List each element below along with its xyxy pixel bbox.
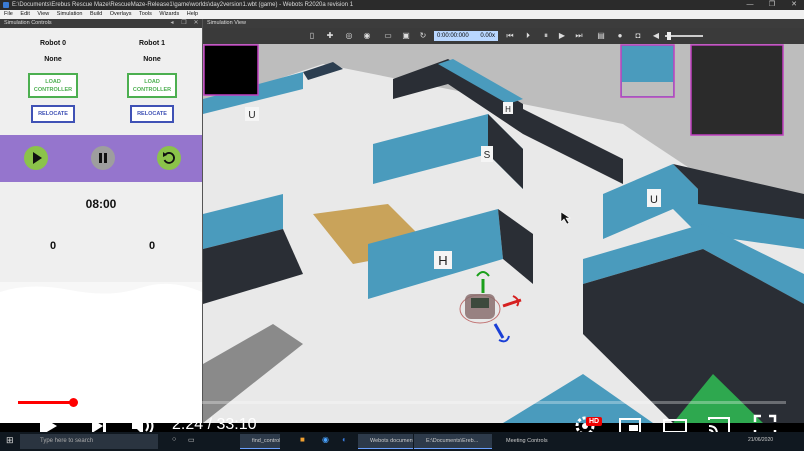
window-title-bar: E:\Documents\Erebus Rescue Maze\RescueMa… <box>0 0 804 10</box>
robot-1-camera-right-overlay[interactable] <box>690 44 784 136</box>
robot-1-title: Robot 1 <box>138 40 166 47</box>
load-label: LOAD <box>144 79 160 85</box>
explorer-icon[interactable]: ■ <box>300 435 305 444</box>
simulation-time-display: 0:00:00:000 0.00x <box>434 31 498 41</box>
world-icon[interactable]: ◎ <box>344 31 354 41</box>
fast-icon[interactable]: ⏭ <box>574 31 584 41</box>
step-icon[interactable]: ⏵ <box>523 31 533 41</box>
windows-start-icon[interactable]: ⊞ <box>6 435 14 446</box>
task-view-icon[interactable]: ○ <box>172 436 176 443</box>
robot-1-load-controller-button[interactable]: LOAD CONTROLLER <box>127 73 177 98</box>
match-timer: 08:00 <box>85 197 117 211</box>
robot-1-name: None <box>143 56 161 63</box>
windows-taskbar: ⊞ Type here to search ○ ▭ find_controlle… <box>0 432 804 451</box>
sim-time: 0:00:00:000 <box>437 33 469 39</box>
pause-icon[interactable]: ⏸ <box>541 31 551 41</box>
pause-icon <box>99 153 107 163</box>
screenshot-icon[interactable]: ◘ <box>633 31 643 41</box>
toggle-console-icon[interactable]: ▤ <box>596 31 606 41</box>
panel-back-icon[interactable]: ◂ <box>168 19 176 28</box>
volume-slider-handle[interactable] <box>667 32 671 40</box>
view-eye-icon[interactable]: ◉ <box>362 31 372 41</box>
taskbar-item-webots[interactable]: E:\Documents\Ereb... <box>414 434 492 449</box>
open-world-icon[interactable]: ▭ <box>383 31 393 41</box>
robot-0-relocate-button[interactable]: RELOCATE <box>31 105 75 123</box>
playback-controls-bar <box>0 135 202 182</box>
wall-letter-text: U <box>248 110 255 121</box>
volume-icon[interactable]: ◀ <box>651 31 661 41</box>
reset-button[interactable] <box>157 146 181 170</box>
taskbar-clock[interactable]: 21/06/2020 <box>748 437 773 443</box>
close-button[interactable]: ✕ <box>786 0 802 10</box>
robot-0-load-controller-button[interactable]: LOAD CONTROLLER <box>28 73 78 98</box>
taskbar-item-webots-docs[interactable]: Webots document... <box>358 434 413 449</box>
menu-edit[interactable]: Edit <box>20 11 29 17</box>
video-scrubber-handle[interactable] <box>69 398 78 407</box>
task-switch-icon[interactable]: ▭ <box>188 436 195 444</box>
taskbar-search-box[interactable]: Type here to search <box>20 434 158 449</box>
wall-letter-text: S <box>484 150 491 161</box>
pause-button[interactable] <box>91 146 115 170</box>
window-title: E:\Documents\Erebus Rescue Maze\RescueMa… <box>12 2 354 8</box>
run-icon[interactable]: ▶ <box>557 31 567 41</box>
reset-icon <box>163 152 175 164</box>
menu-overlays[interactable]: Overlays <box>110 11 132 17</box>
robot-1-relocate-button[interactable]: RELOCATE <box>130 105 174 123</box>
view-header: Simulation View <box>203 19 804 28</box>
menu-help[interactable]: Help <box>187 11 198 17</box>
menu-file[interactable]: File <box>4 11 13 17</box>
simulation-controls-panel: Simulation Controls ◂ ❐ ✕ Robot 0 Robot … <box>0 19 202 423</box>
robot-1-score: 0 <box>148 240 156 252</box>
record-icon[interactable]: ● <box>615 31 625 41</box>
webots-app-icon <box>3 2 9 8</box>
edge-icon[interactable]: ◐ <box>342 435 347 444</box>
menu-build[interactable]: Build <box>90 11 102 17</box>
load-label: LOAD <box>45 79 61 85</box>
taskbar-item-python[interactable]: find_controller.py -... <box>240 434 280 449</box>
menu-bar: File Edit View Simulation Build Overlays… <box>0 10 804 19</box>
menu-simulation[interactable]: Simulation <box>57 11 83 17</box>
video-progress-played <box>18 401 73 404</box>
toggle-scene-tree-icon[interactable]: ▯ <box>307 31 317 41</box>
minimize-button[interactable]: — <box>742 0 758 10</box>
panel-header: Simulation Controls ◂ ❐ ✕ <box>0 19 202 28</box>
webots-toolbar: ▯ ✚ ◎ ◉ ▭ ▣ ↻ 0:00:00:000 0.00x ⏮ ⏵ ⏸ ▶ … <box>203 28 804 44</box>
panel-title: Simulation Controls <box>4 20 52 26</box>
wall-letter-text: H <box>505 105 511 114</box>
menu-wizards[interactable]: Wizards <box>159 11 179 17</box>
robot-0-title: Robot 0 <box>39 40 67 47</box>
menu-tools[interactable]: Tools <box>139 11 152 17</box>
simulation-view[interactable]: U H S U H Simulation View ▯ ✚ ◎ ◉ ▭ ▣ ↻ … <box>203 19 804 423</box>
robot-0-score: 0 <box>49 240 57 252</box>
panel-undock-icon[interactable]: ❐ <box>180 19 188 28</box>
maximize-button[interactable]: ❐ <box>764 0 780 10</box>
play-icon <box>33 152 42 164</box>
menu-view[interactable]: View <box>37 11 49 17</box>
taskbar-item-meeting[interactable]: Meeting Controls <box>494 434 556 449</box>
robot-0-camera-overlay[interactable] <box>203 44 259 96</box>
add-node-icon[interactable]: ✚ <box>325 31 335 41</box>
panel-close-icon[interactable]: ✕ <box>192 19 200 28</box>
robot-0-name: None <box>44 56 62 63</box>
play-button[interactable] <box>24 146 48 170</box>
reset-simulation-icon[interactable]: ⏮ <box>505 31 515 41</box>
chrome-icon[interactable]: ◉ <box>322 435 329 444</box>
controller-label: CONTROLLER <box>33 87 73 93</box>
reload-world-icon[interactable]: ↻ <box>418 31 428 41</box>
video-progress-track[interactable] <box>18 401 786 404</box>
sim-speed: 0.00x <box>480 33 495 39</box>
save-world-icon[interactable]: ▣ <box>401 31 411 41</box>
view-title: Simulation View <box>207 20 247 26</box>
wall-letter-text: U <box>650 194 658 206</box>
wall-letter-text: H <box>438 253 447 268</box>
controller-label: CONTROLLER <box>132 87 172 93</box>
hd-badge: HD <box>586 417 602 426</box>
maze-3d-scene[interactable]: U H S U H <box>203 44 804 423</box>
